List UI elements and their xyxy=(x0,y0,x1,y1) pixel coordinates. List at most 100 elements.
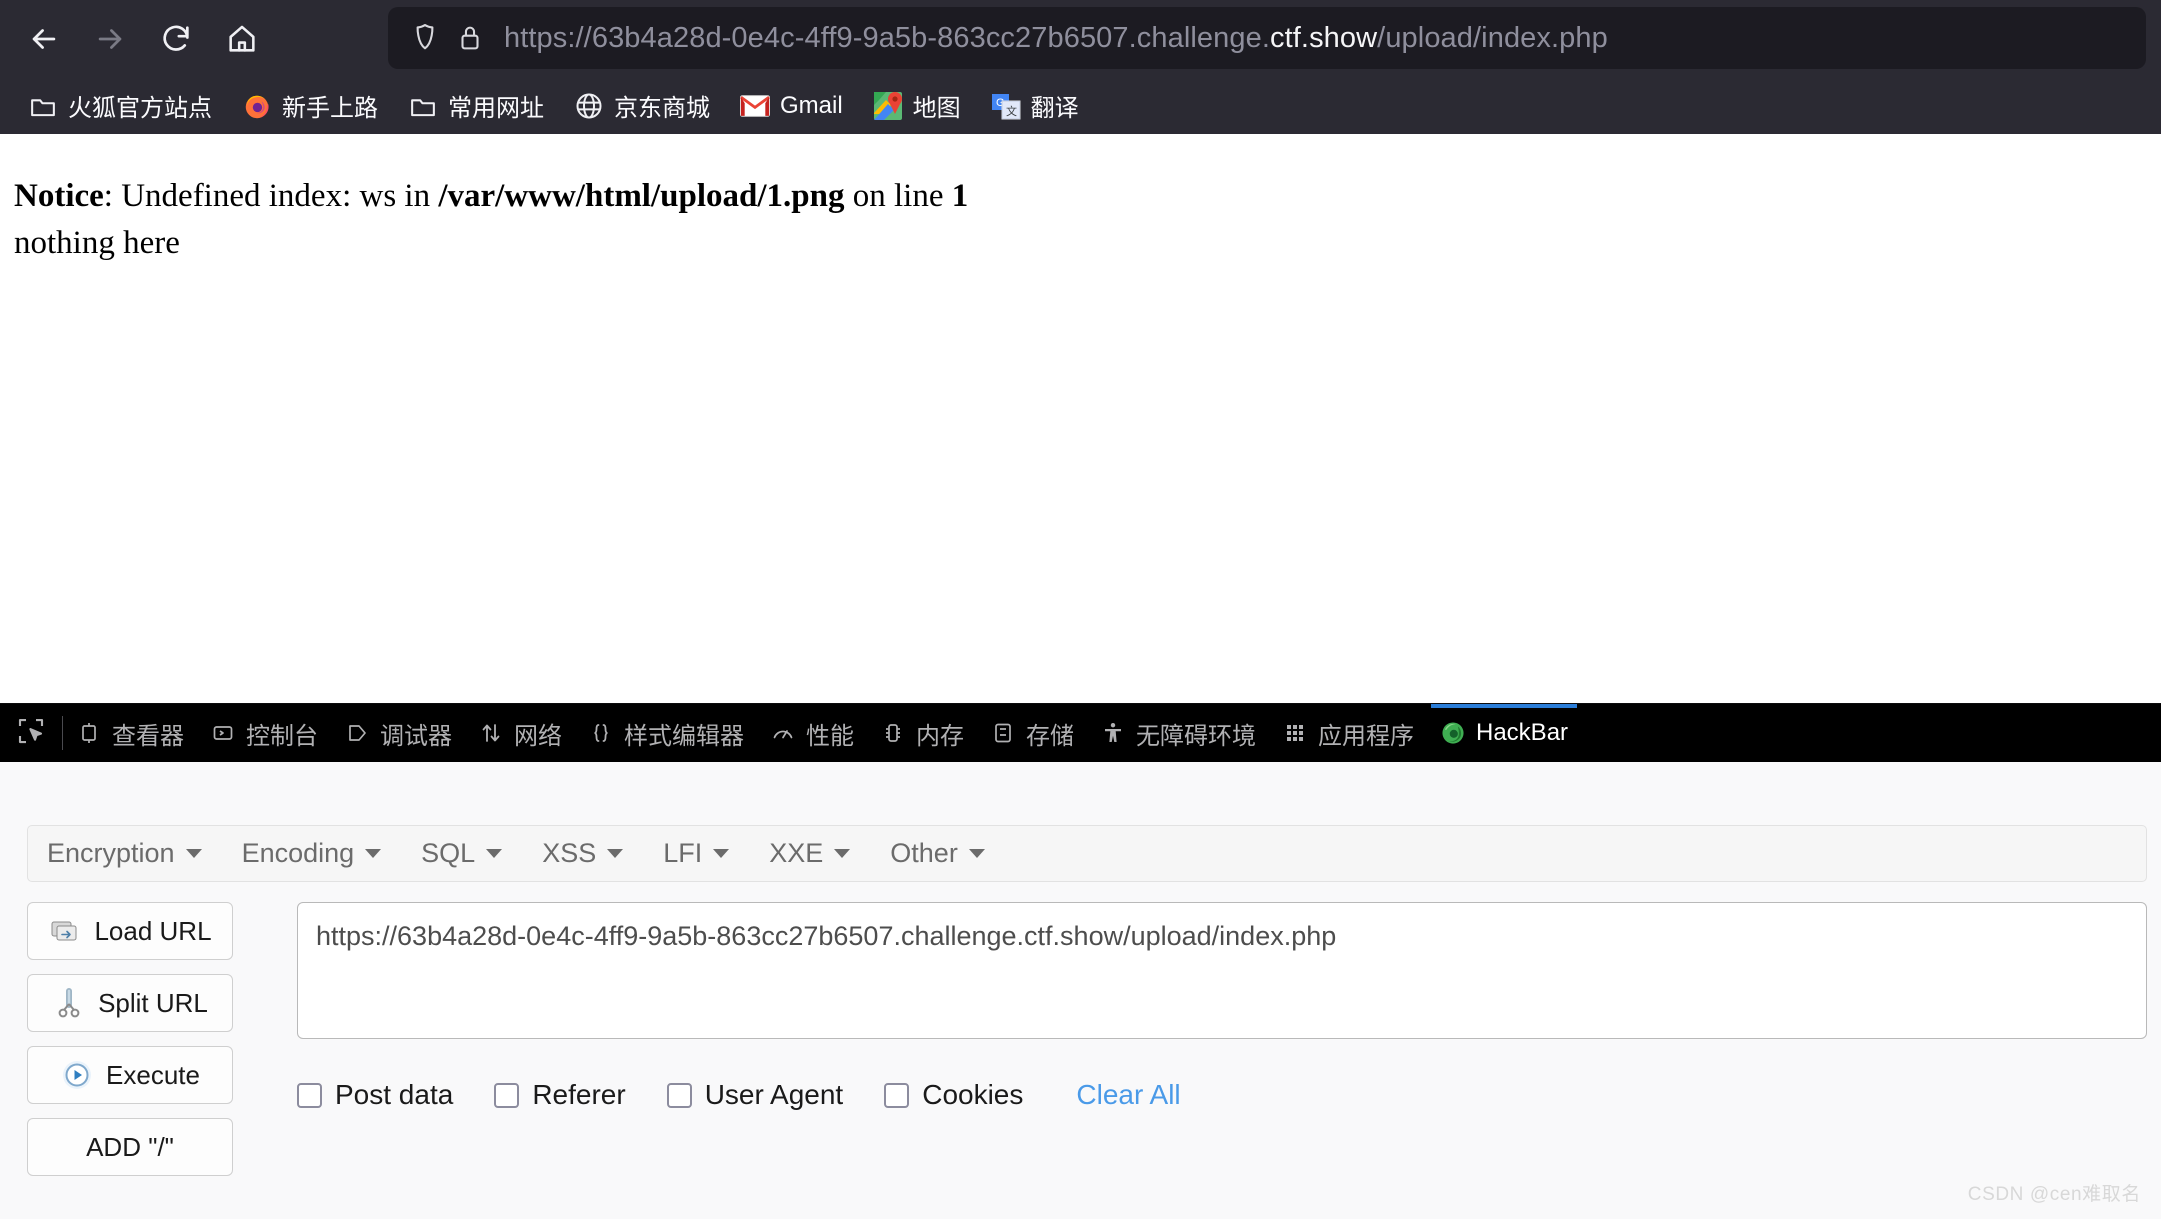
notice-file-path: /var/www/html/upload/1.png xyxy=(438,178,845,214)
hackbar-menu-other[interactable]: Other xyxy=(890,838,1001,869)
execute-button[interactable]: Execute xyxy=(27,1046,233,1104)
hackbar-menu-encryption[interactable]: Encryption xyxy=(47,838,218,869)
devtools-tab-debugger[interactable]: 调试器 xyxy=(331,704,465,762)
devtools-tab-label: 应用程序 xyxy=(1318,722,1414,750)
add-slash-button[interactable]: ADD "/" xyxy=(27,1118,233,1176)
hackbar-menu-xss[interactable]: XSS xyxy=(542,838,639,869)
user-agent-label: User Agent xyxy=(704,1079,844,1110)
devtools-tab-label: 性能 xyxy=(806,722,854,750)
hackbar-options-row: Post data Referer User Agent Cookies Cle… xyxy=(297,1079,1181,1111)
devtools-tab-label: 查看器 xyxy=(112,722,184,750)
chevron-down-icon xyxy=(968,849,985,858)
url-prefix: https://63b4a28d-0e4c-4ff9-9a5b-863cc27b… xyxy=(504,21,1270,54)
clear-all-link[interactable]: Clear All xyxy=(1076,1079,1180,1111)
watermark: CSDN @cen难取名 xyxy=(1967,1184,2141,1205)
browser-window: https://63b4a28d-0e4c-4ff9-9a5b-863cc27b… xyxy=(0,0,2161,1219)
scissors-icon xyxy=(52,986,86,1020)
hackbar-menu-sql[interactable]: SQL xyxy=(421,838,518,869)
storage-icon xyxy=(990,720,1016,746)
devtools-tab-performance[interactable]: 性能 xyxy=(757,704,867,762)
devtools-tab-console[interactable]: 控制台 xyxy=(197,704,331,762)
chevron-down-icon xyxy=(713,849,730,858)
element-picker-icon xyxy=(16,716,46,751)
reload-button[interactable] xyxy=(148,11,204,67)
devtools-tab-label: 网络 xyxy=(514,722,562,750)
hackbar-menu-xxe[interactable]: XXE xyxy=(769,838,866,869)
notice-label: Notice xyxy=(14,178,104,214)
folder-icon xyxy=(28,91,58,121)
home-icon xyxy=(225,22,259,56)
hackbar-menu-label: XSS xyxy=(542,838,597,868)
bookmark-item-firefox-official[interactable]: 火狐官方站点 xyxy=(16,84,224,128)
chevron-down-icon xyxy=(486,849,503,858)
bookmark-item-translate[interactable]: G 文 翻译 xyxy=(979,84,1091,128)
user-agent-option[interactable]: User Agent xyxy=(666,1079,844,1111)
bookmark-item-common-sites[interactable]: 常用网址 xyxy=(396,84,556,128)
globe-icon xyxy=(574,91,604,121)
hackbar-menu-lfi[interactable]: LFI xyxy=(663,838,745,869)
devtools-tab-application[interactable]: 应用程序 xyxy=(1269,704,1427,762)
home-button[interactable] xyxy=(214,11,270,67)
referer-checkbox[interactable] xyxy=(494,1082,520,1108)
devtools-tab-inspector[interactable]: 查看器 xyxy=(63,704,197,762)
cookies-option[interactable]: Cookies xyxy=(884,1079,1023,1111)
bookmark-item-maps[interactable]: 地图 xyxy=(861,84,973,128)
gmail-icon xyxy=(740,91,770,121)
chevron-down-icon xyxy=(607,849,624,858)
devtools-tab-memory[interactable]: 内存 xyxy=(867,704,977,762)
referer-label: Referer xyxy=(532,1079,626,1110)
devtools-tab-label: 无障碍环境 xyxy=(1136,722,1256,750)
load-url-button[interactable]: Load URL xyxy=(27,902,233,960)
chevron-down-icon xyxy=(185,849,202,858)
post-data-option[interactable]: Post data xyxy=(297,1079,453,1111)
execute-label: Execute xyxy=(106,1059,200,1090)
hackbar-url-input[interactable]: https://63b4a28d-0e4c-4ff9-9a5b-863cc27b… xyxy=(297,902,2147,1039)
bookmark-item-jd-mall[interactable]: 京东商城 xyxy=(562,84,722,128)
shield-icon[interactable] xyxy=(410,22,440,54)
hackbar-menu-label: Encryption xyxy=(47,838,175,868)
devtools-tab-hackbar[interactable]: HackBar xyxy=(1427,704,1581,762)
address-bar-url: https://63b4a28d-0e4c-4ff9-9a5b-863cc27b… xyxy=(504,22,1608,55)
application-icon xyxy=(1282,720,1308,746)
bookmark-item-gmail[interactable]: Gmail xyxy=(728,84,855,128)
devtools-tab-label: HackBar xyxy=(1476,719,1569,746)
back-arrow-icon xyxy=(27,22,61,56)
chevron-down-icon xyxy=(365,849,382,858)
folder-icon xyxy=(408,91,438,121)
navigation-toolbar: https://63b4a28d-0e4c-4ff9-9a5b-863cc27b… xyxy=(0,0,2161,77)
back-button[interactable] xyxy=(16,11,72,67)
split-url-button[interactable]: Split URL xyxy=(27,974,233,1032)
devtools-tab-style-editor[interactable]: 样式编辑器 xyxy=(575,704,757,762)
devtools-tab-accessibility[interactable]: 无障碍环境 xyxy=(1087,704,1269,762)
hackbar-menu-label: LFI xyxy=(663,838,703,868)
address-bar[interactable]: https://63b4a28d-0e4c-4ff9-9a5b-863cc27b… xyxy=(388,7,2146,69)
accessibility-icon xyxy=(1100,720,1126,746)
memory-icon xyxy=(880,720,906,746)
split-url-label: Split URL xyxy=(98,987,208,1018)
url-host: ctf.show xyxy=(1270,21,1378,54)
bookmark-label: 京东商城 xyxy=(614,95,710,122)
devtools-tab-storage[interactable]: 存储 xyxy=(977,704,1087,762)
cookies-checkbox[interactable] xyxy=(884,1082,910,1108)
forward-arrow-icon xyxy=(93,22,127,56)
post-data-checkbox[interactable] xyxy=(297,1082,322,1108)
hackbar-menubar: Encryption Encoding SQL XSS LFI XXE Othe… xyxy=(27,825,2147,882)
forward-button[interactable] xyxy=(82,11,138,67)
performance-icon xyxy=(770,720,796,746)
referer-option[interactable]: Referer xyxy=(494,1079,626,1111)
chevron-down-icon xyxy=(834,849,851,858)
user-agent-checkbox[interactable] xyxy=(666,1082,692,1108)
hackbar-menu-label: SQL xyxy=(421,838,476,868)
google-translate-icon: G 文 xyxy=(991,91,1021,121)
lock-icon[interactable] xyxy=(458,23,482,53)
hackbar-menu-encoding[interactable]: Encoding xyxy=(242,838,398,869)
devtools-tab-label: 控制台 xyxy=(246,722,318,750)
load-url-label: Load URL xyxy=(94,915,212,946)
bookmark-label: 火狐官方站点 xyxy=(68,95,212,122)
bookmark-item-beginner-guide[interactable]: 新手上路 xyxy=(230,84,390,128)
load-url-icon xyxy=(48,914,82,948)
devtools-tab-network[interactable]: 网络 xyxy=(465,704,575,762)
devtools-tab-label: 内存 xyxy=(916,722,964,750)
element-picker-button[interactable] xyxy=(0,704,62,762)
page-content: Notice: Undefined index: ws in /var/www/… xyxy=(0,134,2161,703)
